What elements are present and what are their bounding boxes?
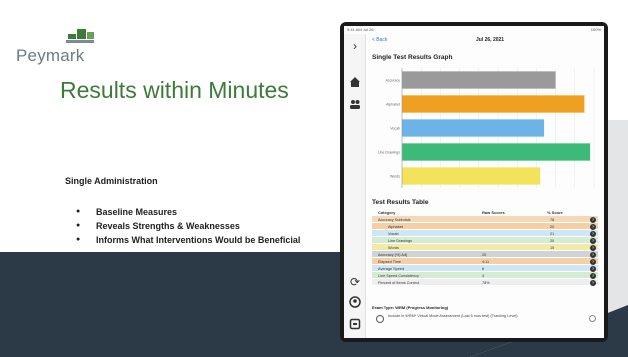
table-body: Accuracy Subtotals 78? Alphabet 20? Vocab 21?…: [372, 216, 598, 286]
bullet-item: Informs What Interventions Would be Bene…: [76, 233, 321, 247]
table-row[interactable]: Elapsed Time 4:11?: [372, 258, 598, 265]
help-icon[interactable]: ?: [590, 279, 596, 286]
chart-bar: [402, 95, 585, 113]
row-category: Percent of Items Correct: [378, 280, 420, 285]
row-score: 21: [550, 231, 555, 236]
people-icon[interactable]: [347, 98, 363, 114]
help-icon[interactable]: ?: [590, 244, 596, 251]
home-icon[interactable]: [347, 76, 363, 92]
logout-icon-svg: [349, 318, 361, 330]
row-category: Alphabet: [388, 224, 403, 229]
graph-title: Single Test Results Graph: [372, 54, 453, 61]
row-category: Vocab: [388, 231, 399, 236]
logo-text: Peymark: [16, 46, 85, 65]
row-category: Words: [388, 245, 399, 250]
table-row[interactable]: Percent of Items Correct 78%?: [372, 279, 598, 286]
row-raw-score: 8: [482, 266, 485, 271]
bullet-item: Baseline Measures: [76, 205, 321, 219]
row-score: 20: [550, 238, 555, 243]
status-battery: 100%: [590, 27, 601, 32]
app-screen: 9:41 AM Jul 26 100% › ⟳ < Back Jul 26, 2…: [344, 26, 604, 338]
header-score: % Score: [547, 210, 563, 215]
app-navbar: < Back Jul 26, 2021: [366, 34, 604, 48]
results-bar-chart: Accuracy Alphabet Vocab Line Drawings Words: [378, 68, 595, 188]
exam-option[interactable]: Include in WRM* Virtual Mode Assessment …: [372, 313, 598, 327]
status-bar: 9:41 AM Jul 26 100%: [344, 26, 604, 34]
chevron-right-icon[interactable]: ›: [347, 38, 363, 54]
row-category: Line Speed Consistency: [378, 273, 419, 278]
sync-icon[interactable]: ⟳: [347, 274, 363, 290]
help-icon[interactable]: ?: [590, 265, 596, 272]
chart-category-label: Vocab: [390, 127, 400, 131]
row-raw-score: 20: [482, 252, 487, 257]
account-icon-svg: [349, 296, 361, 308]
chart-bar: [402, 167, 541, 185]
row-category: Line Drawings: [388, 238, 413, 243]
nav-date: Jul 26, 2021: [476, 37, 505, 43]
info-icon[interactable]: [589, 315, 596, 322]
slide-title: Results within Minutes: [60, 77, 289, 103]
help-icon[interactable]: ?: [590, 237, 596, 244]
help-icon[interactable]: ?: [590, 251, 596, 258]
table-row[interactable]: Accuracy (%) Adj 20?: [372, 251, 598, 258]
help-icon[interactable]: ?: [590, 216, 596, 223]
table-row[interactable]: Words 15?: [372, 244, 598, 251]
help-icon[interactable]: ?: [590, 258, 596, 265]
row-category: Average Speed: [378, 266, 405, 271]
bullet-item: Reveals Strengths & Weaknesses: [76, 219, 321, 233]
help-icon[interactable]: ?: [590, 223, 596, 230]
row-category: Accuracy Subtotals: [378, 217, 411, 222]
row-score: 78: [550, 217, 555, 222]
row-raw-score: 4: [482, 273, 485, 278]
table-row[interactable]: Average Speed 8?: [372, 265, 598, 272]
table-row[interactable]: Line Drawings 20?: [372, 237, 598, 244]
chart-category-label: Words: [390, 175, 400, 179]
chart-bar: [402, 143, 591, 161]
row-category: Accuracy (%) Adj: [378, 252, 407, 257]
chart-bar: [402, 71, 556, 89]
status-time: 9:41 AM Jul 26: [347, 27, 374, 32]
chart-category-label: Accuracy: [386, 79, 401, 83]
logout-icon[interactable]: [347, 318, 363, 334]
logo-mark-icon: [66, 29, 94, 43]
row-raw-score: 78%: [482, 280, 490, 285]
chart-bar: [402, 119, 545, 137]
home-icon-svg: [350, 77, 360, 87]
app-sidebar: › ⟳: [344, 34, 366, 338]
row-category: Elapsed Time: [378, 259, 402, 264]
exam-type-title: Exam Type: WRM (Progress Monitoring): [372, 305, 449, 310]
exam-radio[interactable]: [376, 315, 384, 323]
row-raw-score: 4:11: [482, 259, 490, 264]
help-icon[interactable]: ?: [590, 230, 596, 237]
header-category: Category: [378, 210, 396, 215]
chart-category-label: Line Drawings: [378, 151, 400, 155]
help-icon[interactable]: ?: [590, 272, 596, 279]
tablet-device: 9:41 AM Jul 26 100% › ⟳ < Back Jul 26, 2…: [340, 22, 608, 342]
account-icon[interactable]: [347, 296, 363, 312]
company-logo: Peymark: [16, 26, 126, 66]
bullet-list: Baseline Measures Reveals Strengths & We…: [76, 205, 321, 247]
row-score: 20: [550, 224, 555, 229]
back-button[interactable]: < Back: [372, 37, 387, 43]
chart-category-label: Alphabet: [386, 103, 400, 107]
row-score: 15: [550, 245, 555, 250]
header-raw-scores: Raw Scores: [482, 210, 505, 215]
table-row[interactable]: Alphabet 20?: [372, 223, 598, 230]
table-title: Test Results Table: [372, 199, 429, 206]
table-header: Category Raw Scores % Score: [372, 208, 598, 216]
presentation-slide: Peymark Results within Minutes Single Ad…: [0, 0, 628, 357]
table-row[interactable]: Accuracy Subtotals 78?: [372, 216, 598, 223]
table-row[interactable]: Line Speed Consistency 4?: [372, 272, 598, 279]
slide-subtitle: Single Administration: [65, 176, 158, 186]
results-table: Category Raw Scores % Score Accuracy Sub…: [372, 208, 598, 286]
table-row[interactable]: Vocab 21?: [372, 230, 598, 237]
exam-option-label: Include in WRM* Virtual Mode Assessment …: [388, 314, 518, 318]
people-icon-svg: [350, 100, 360, 109]
